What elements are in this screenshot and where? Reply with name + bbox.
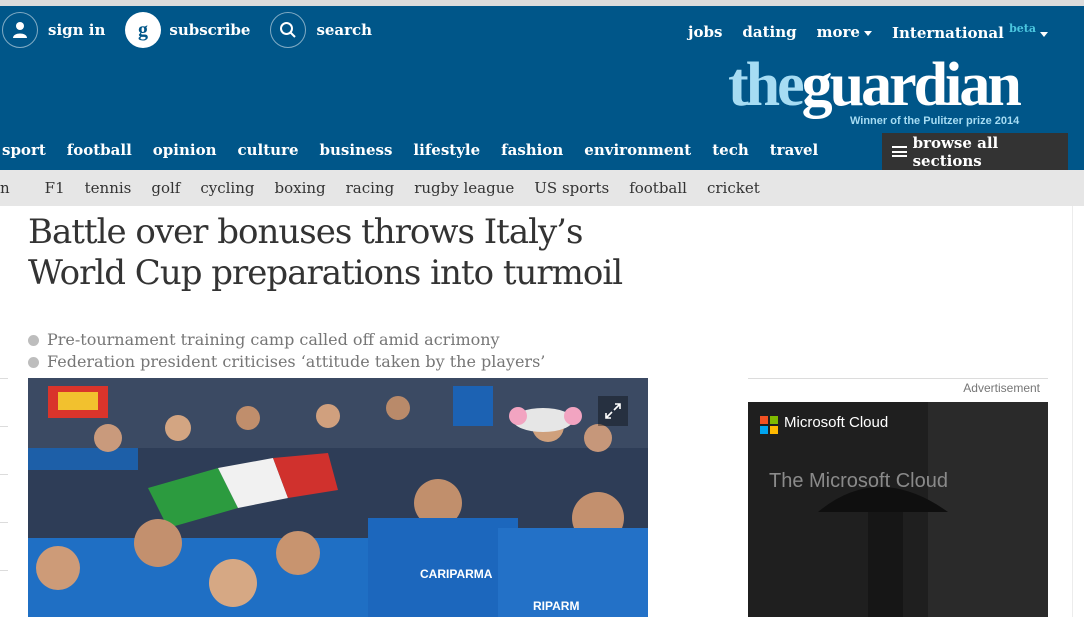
chevron-down-icon [863, 30, 872, 36]
standfirst-text: Federation president criticises ‘attitud… [47, 352, 546, 371]
rugby-team-photo: CARIPARMA RIPARM [28, 378, 648, 617]
subnav-item-cycling[interactable]: cycling [200, 179, 254, 197]
nav-item-fashion[interactable]: fashion [501, 141, 563, 159]
nav-item-tech[interactable]: tech [712, 141, 749, 159]
top-bar: sign in g subscribe search jobs dating m… [0, 0, 1084, 133]
logo-the: the [728, 51, 805, 119]
svg-text:CARIPARMA: CARIPARMA [420, 567, 493, 581]
nav-item-travel[interactable]: travel [770, 141, 819, 159]
sign-in-label: sign in [48, 21, 106, 39]
subnav-item-f1[interactable]: F1 [45, 179, 65, 197]
logo-tagline: Winner of the Pulitzer prize 2014 [850, 115, 1020, 127]
standfirst-item: Federation president criticises ‘attitud… [28, 351, 648, 373]
ad-tagline: The Microsoft Cloud [769, 470, 948, 492]
article-main-image[interactable]: CARIPARMA RIPARM [28, 378, 648, 617]
nav-item-sport[interactable]: sport [2, 141, 46, 159]
expand-icon [605, 403, 621, 419]
right-rule [1072, 206, 1073, 617]
ad-background-image [748, 402, 1048, 617]
bullet-icon [28, 356, 39, 368]
subnav-item-tennis[interactable]: tennis [85, 179, 132, 197]
menu-icon [892, 146, 907, 157]
search-link[interactable]: search [270, 12, 372, 48]
logo-guardian: guardian [801, 51, 1022, 119]
ad-divider [748, 378, 1048, 379]
bullet-icon [28, 334, 39, 346]
subnav-item-cricket[interactable]: cricket [707, 179, 760, 197]
standfirst-text: Pre-tournament training camp called off … [47, 330, 500, 349]
nav-item-business[interactable]: business [320, 141, 393, 159]
nav-item-culture[interactable]: culture [238, 141, 299, 159]
article-standfirst: Pre-tournament training camp called off … [28, 329, 648, 373]
subnav-item-us-sports[interactable]: US sports [534, 179, 609, 197]
beta-badge: beta [1009, 22, 1036, 35]
svg-text:g: g [138, 19, 148, 41]
microsoft-logo-icon [760, 416, 778, 434]
edition-menu[interactable]: International beta [892, 22, 1048, 42]
more-menu[interactable]: more [817, 23, 872, 41]
section-nav: sport football opinion culture business lifes… [0, 133, 1084, 170]
section-nav-items: sport football opinion culture business lifes… [2, 141, 839, 159]
advertisement-banner[interactable]: Microsoft Cloud The Microsoft Cloud [748, 402, 1048, 617]
nav-item-environment[interactable]: environment [584, 141, 691, 159]
subnav-item-boxing[interactable]: boxing [274, 179, 325, 197]
subscribe-link[interactable]: g subscribe [125, 12, 250, 48]
expand-image-button[interactable] [598, 396, 628, 426]
browse-label: browse all sections [912, 133, 999, 170]
search-icon [270, 12, 307, 48]
sub-nav: n F1 tennis golf cycling boxing racing rugby l… [0, 170, 1084, 206]
svg-text:RIPARM: RIPARM [533, 599, 579, 613]
top-left-links: sign in g subscribe search [2, 12, 392, 48]
jobs-link[interactable]: jobs [688, 23, 722, 41]
user-icon [2, 12, 38, 48]
chevron-down-icon [1040, 31, 1048, 37]
more-label: more [816, 23, 860, 41]
sign-in-link[interactable]: sign in [2, 12, 105, 48]
browse-all-sections-button[interactable]: browse all sections [882, 133, 1068, 170]
standfirst-item: Pre-tournament training camp called off … [28, 329, 648, 351]
nav-item-football[interactable]: football [67, 141, 132, 159]
guardian-logo[interactable]: theguardian [728, 51, 1022, 119]
nav-item-opinion[interactable]: opinion [153, 141, 217, 159]
subscribe-label: subscribe [169, 21, 251, 39]
top-right-links: jobs dating more International beta [668, 22, 1048, 42]
subscribe-g-icon: g [125, 12, 162, 48]
left-rules [0, 378, 8, 617]
edition-label: International [891, 24, 1004, 42]
nav-item-lifestyle[interactable]: lifestyle [413, 141, 480, 159]
dating-link[interactable]: dating [742, 23, 796, 41]
advertisement-label: Advertisement [963, 381, 1040, 395]
article-headline: Battle over bonuses throws Italy’s World… [28, 212, 623, 293]
subnav-item-racing[interactable]: racing [346, 179, 395, 197]
subnav-item-golf[interactable]: golf [151, 179, 180, 197]
subnav-item-cut[interactable]: n [0, 179, 10, 197]
ad-brand: Microsoft Cloud [784, 414, 889, 431]
search-label: search [316, 21, 373, 39]
subnav-item-football[interactable]: football [629, 179, 687, 197]
sub-nav-items: n F1 tennis golf cycling boxing racing rugby l… [0, 179, 780, 197]
subnav-item-rugby-league[interactable]: rugby league [414, 179, 514, 197]
